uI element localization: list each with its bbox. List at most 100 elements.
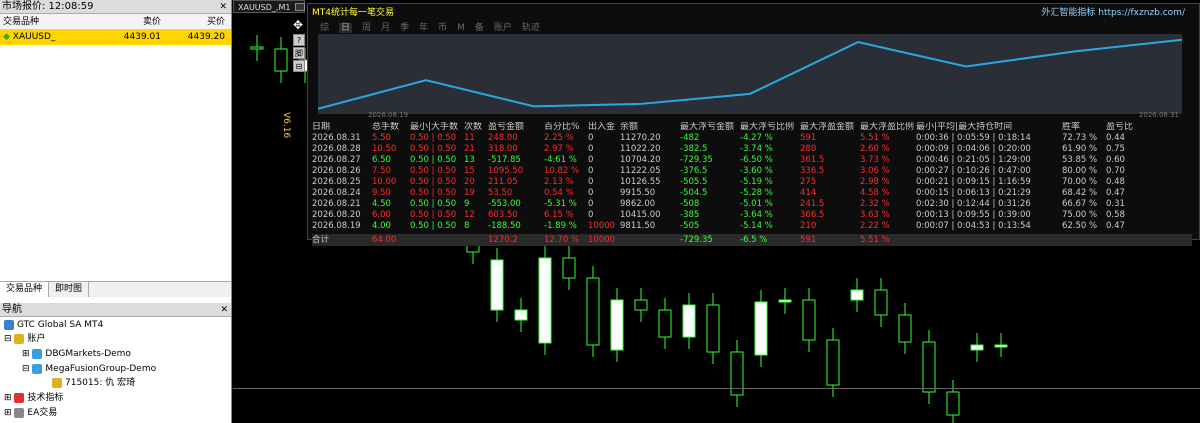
market-watch-title-text: 市场报价: 12:08:59 bbox=[2, 1, 94, 12]
table-cell: 0.44 bbox=[1106, 133, 1125, 143]
table-cell: 4.58 % bbox=[860, 188, 890, 198]
candle-body bbox=[274, 48, 288, 72]
table-cell: 2.22 % bbox=[860, 221, 890, 231]
table-cell: -5.31 % bbox=[544, 199, 577, 209]
stats-panel: MT4统计每一笔交易 外汇智能指标 https://fxznzb.com/ 综日… bbox=[307, 3, 1200, 246]
tree-label: EA交易 bbox=[27, 408, 58, 418]
tree-label: 账户 bbox=[27, 334, 46, 344]
tab-tick-chart[interactable]: 即时图 bbox=[49, 282, 90, 297]
table-header: 日期 总手数 最小|大手数 次数 盈亏金额 百分比% 出入金 余额 最大浮亏金额 最大浮亏比例 最大… bbox=[312, 122, 1192, 133]
column-header: 余额 bbox=[620, 122, 639, 132]
market-tabs: 交易品种 即时图 bbox=[0, 281, 231, 297]
user-icon bbox=[52, 377, 62, 388]
period-tab[interactable]: 账户 bbox=[494, 23, 512, 33]
col-bid[interactable]: 卖价 bbox=[102, 14, 164, 29]
column-header: 最大浮盈金额 bbox=[800, 122, 855, 132]
table-cell: 1095.50 bbox=[488, 166, 524, 176]
table-cell: 6.00 bbox=[372, 210, 391, 220]
table-row: 2026.08.24 9.50 0.50 | 0.50 19 53.50 0.54 % 0 9… bbox=[312, 188, 1192, 199]
period-tab[interactable]: 日 bbox=[339, 23, 353, 33]
table-cell: 5.50 bbox=[372, 133, 391, 143]
table-cell: 11270.20 bbox=[620, 133, 661, 143]
table-row: 2026.08.31 5.50 0.50 | 0.50 11 248.00 2.25 % 0… bbox=[312, 133, 1192, 144]
equity-graph bbox=[317, 34, 1183, 114]
total-cell: 591 bbox=[800, 235, 817, 245]
table-cell: 0.50 | 0.50 bbox=[410, 199, 457, 209]
tab-symbols[interactable]: 交易品种 bbox=[0, 282, 50, 297]
table-cell: 2.32 % bbox=[860, 199, 890, 209]
period-tab[interactable]: 季 bbox=[400, 23, 409, 33]
table-cell: 53.85 % bbox=[1062, 155, 1098, 165]
table-cell: 0:00:13 | 0:09:55 | 0:39:00 bbox=[916, 210, 1031, 220]
table-row: 2026.08.26 7.50 0.50 | 0.50 15 1095.50 10.82 … bbox=[312, 166, 1192, 177]
tree-broker[interactable]: GTC Global SA MT4 bbox=[4, 319, 103, 331]
chart-window[interactable]: XAUUSD_,M1 ✥ ? 脚 ⊟ V6.16 MT4统计每一笔交易 外汇智能… bbox=[233, 0, 1200, 423]
period-tabs: 综日周月季年币 M 备账户 轨迹 bbox=[320, 20, 550, 33]
price-line bbox=[233, 388, 1200, 389]
collapse-button[interactable]: ⊟ bbox=[293, 60, 305, 72]
table-cell: -482 bbox=[680, 133, 700, 143]
close-icon[interactable]: ✕ bbox=[219, 0, 227, 14]
table-cell: 12 bbox=[464, 210, 475, 220]
table-cell: -504.5 bbox=[680, 188, 708, 198]
market-row-xauusd[interactable]: ◆ XAUUSD_ 4439.01 4439.20 bbox=[0, 30, 231, 45]
table-row: 2026.08.27 6.50 0.50 | 0.50 13 -517.85 -4.61 … bbox=[312, 155, 1192, 166]
table-cell: 0 bbox=[588, 144, 594, 154]
period-tab[interactable]: 周 bbox=[362, 23, 371, 33]
close-icon[interactable]: ✕ bbox=[220, 303, 228, 317]
bid-cell: 4439.01 bbox=[123, 32, 161, 42]
total-cell bbox=[916, 234, 1062, 246]
table-cell: 361.5 bbox=[800, 155, 825, 165]
table-cell: 5.51 % bbox=[860, 133, 890, 143]
site-link[interactable]: 外汇智能指标 https://fxznzb.com/ bbox=[1041, 5, 1185, 18]
period-tab[interactable]: 币 bbox=[438, 23, 447, 33]
col-symbol[interactable]: 交易品种 bbox=[0, 14, 102, 29]
column-header: 总手数 bbox=[372, 122, 400, 132]
table-cell: 0 bbox=[588, 155, 594, 165]
tree-server-1[interactable]: ⊞ DBGMarkets-Demo bbox=[22, 348, 131, 360]
table-cell: -3.64 % bbox=[740, 210, 773, 220]
candle-body bbox=[874, 289, 888, 316]
table-cell: 10000 bbox=[588, 221, 616, 231]
table-cell: 10704.20 bbox=[620, 155, 661, 165]
col-ask[interactable]: 买价 bbox=[164, 14, 228, 29]
table-row: 2026.08.20 6.00 0.50 | 0.50 12 603.50 6.15 % 0… bbox=[312, 210, 1192, 221]
table-cell: 9862.00 bbox=[620, 199, 656, 209]
crosshair-icon[interactable]: ✥ bbox=[293, 18, 303, 32]
script-button[interactable]: 脚 bbox=[293, 47, 305, 59]
table-cell: -4.27 % bbox=[740, 133, 773, 143]
help-button[interactable]: ? bbox=[293, 34, 305, 46]
period-tab[interactable]: 年 bbox=[419, 23, 428, 33]
table-cell: 414 bbox=[800, 188, 817, 198]
market-watch-header: 交易品种 卖价 买价 bbox=[0, 14, 231, 30]
tree-server-2[interactable]: ⊟ MegaFusionGroup-Demo bbox=[22, 363, 156, 375]
minimize-button[interactable] bbox=[295, 3, 305, 11]
table-cell: 2026.08.24 bbox=[312, 188, 361, 198]
total-cell: 12.70 % bbox=[544, 235, 580, 245]
period-tab[interactable]: M bbox=[457, 23, 465, 33]
period-tab[interactable]: 轨迹 bbox=[522, 23, 540, 33]
table-cell: 248.00 bbox=[488, 133, 518, 143]
tree-experts[interactable]: ⊞ EA交易 bbox=[4, 407, 57, 419]
column-header: 盈亏金额 bbox=[488, 122, 525, 132]
table-cell: 0.50 | 0.50 bbox=[410, 166, 457, 176]
table-cell: 0:00:09 | 0:04:06 | 0:20:00 bbox=[916, 144, 1031, 154]
indicators-icon bbox=[14, 392, 25, 403]
period-tab[interactable]: 备 bbox=[475, 23, 484, 33]
period-tab[interactable]: 综 bbox=[320, 23, 329, 33]
candle-body bbox=[850, 289, 864, 301]
period-tab[interactable]: 月 bbox=[381, 23, 390, 33]
table-cell: 9.50 bbox=[372, 188, 391, 198]
column-header: 出入金 bbox=[588, 122, 616, 132]
tree-indicators[interactable]: ⊞ 技术指标 bbox=[4, 392, 63, 404]
candle-body bbox=[562, 257, 576, 279]
table-cell: 53.50 bbox=[488, 188, 513, 198]
table-cell: 13 bbox=[464, 155, 475, 165]
tree-account[interactable]: 715015: 仇 宏琦 bbox=[52, 377, 135, 389]
column-header: 百分比% bbox=[544, 122, 580, 132]
tree-accounts[interactable]: ⊟ 账户 bbox=[4, 333, 45, 345]
tree-label: 715015: 仇 宏琦 bbox=[65, 378, 136, 388]
table-cell: -382.5 bbox=[680, 144, 708, 154]
tree-label: 技术指标 bbox=[27, 393, 64, 403]
table-cell: 0.50 | 0.50 bbox=[410, 221, 457, 231]
